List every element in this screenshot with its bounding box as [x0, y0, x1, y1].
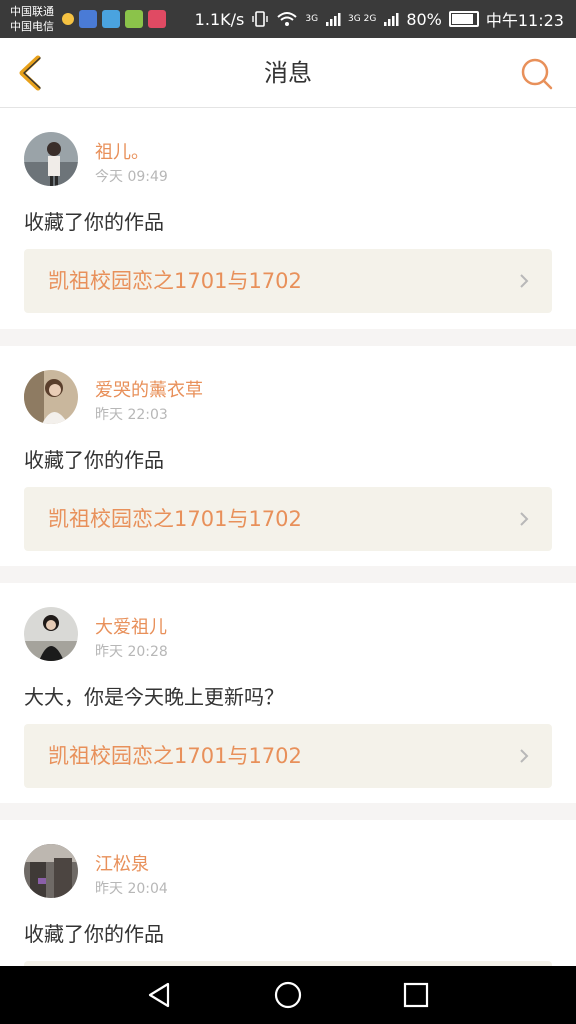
battery-icon [448, 11, 479, 27]
timestamp: 昨天 20:28 [95, 644, 168, 660]
username[interactable]: 江松泉 [95, 850, 149, 876]
chevron-right-icon [520, 274, 529, 288]
back-triangle-icon[interactable] [144, 980, 174, 1010]
work-link[interactable]: 凯祖校园恋之1701与1702 [24, 724, 552, 788]
signal-icon [326, 13, 341, 26]
work-link[interactable]: 凯祖校园恋之1701与1702 [24, 487, 552, 551]
carrier-1: 中国联通 [10, 5, 54, 18]
message-card[interactable]: 江松泉 昨天 20:04 收藏了你的作品 [0, 820, 576, 966]
video-icon [148, 10, 166, 28]
chevron-right-icon [520, 749, 529, 763]
wifi-icon [277, 12, 298, 26]
mail-icon [102, 10, 120, 28]
message-text: 收藏了你的作品 [24, 448, 164, 472]
battery-percent: 80% [406, 9, 442, 29]
notification-icon [62, 13, 74, 25]
username[interactable]: 祖儿。 [95, 138, 149, 164]
home-circle-icon[interactable] [273, 980, 303, 1010]
work-title: 凯祖校园恋之1701与1702 [48, 744, 302, 768]
signal-a-label: 3G [305, 14, 319, 24]
message-text: 大大，你是今天晚上更新吗？ [24, 685, 284, 709]
message-list[interactable]: 祖儿。 今天 09:49 收藏了你的作品 凯祖校园恋之1701与1702 爱哭的… [0, 108, 576, 966]
work-link[interactable]: 凯祖校园恋之1701与1702 [24, 249, 552, 313]
play-icon [125, 10, 143, 28]
clock: 中午11:23 [485, 11, 564, 30]
timestamp: 昨天 22:03 [95, 407, 168, 423]
app-header: 消息 [0, 38, 576, 108]
message-card[interactable]: 爱哭的薰衣草 昨天 22:03 收藏了你的作品 凯祖校园恋之1701与1702 [0, 346, 576, 566]
battery-fill [451, 14, 473, 24]
status-bar: 中国联通 中国电信 1.1K/s 3G 3G 2G 80% 中午11:23 [0, 0, 576, 38]
baidu-icon [79, 10, 97, 28]
work-title: 凯祖校园恋之1701与1702 [48, 507, 302, 531]
message-card[interactable]: 祖儿。 今天 09:49 收藏了你的作品 凯祖校园恋之1701与1702 [0, 108, 576, 329]
vibrate-icon [252, 11, 269, 27]
message-card[interactable]: 大爱祖儿 昨天 20:28 大大，你是今天晚上更新吗？ 凯祖校园恋之1701与1… [0, 583, 576, 803]
notification-icons [62, 10, 166, 28]
avatar[interactable] [24, 370, 78, 424]
avatar[interactable] [24, 607, 78, 661]
avatar[interactable] [24, 132, 78, 186]
chevron-right-icon [520, 512, 529, 526]
timestamp: 昨天 20:04 [95, 881, 168, 897]
username[interactable]: 爱哭的薰衣草 [95, 376, 203, 402]
page-title: 消息 [264, 59, 312, 87]
system-nav-bar [0, 966, 576, 1024]
timestamp: 今天 09:49 [95, 169, 168, 185]
message-text: 收藏了你的作品 [24, 210, 164, 234]
search-icon[interactable] [520, 57, 554, 91]
work-title: 凯祖校园恋之1701与1702 [48, 269, 302, 293]
signal-b-label: 3G 2G [348, 14, 377, 24]
recents-square-icon[interactable] [401, 980, 431, 1010]
username[interactable]: 大爱祖儿 [95, 613, 167, 639]
carrier-info: 中国联通 中国电信 [10, 4, 54, 34]
carrier-2: 中国电信 [10, 20, 54, 33]
signal-icon-2 [384, 13, 399, 26]
avatar[interactable] [24, 844, 78, 898]
net-speed: 1.1K/s [194, 9, 245, 29]
message-text: 收藏了你的作品 [24, 922, 164, 946]
